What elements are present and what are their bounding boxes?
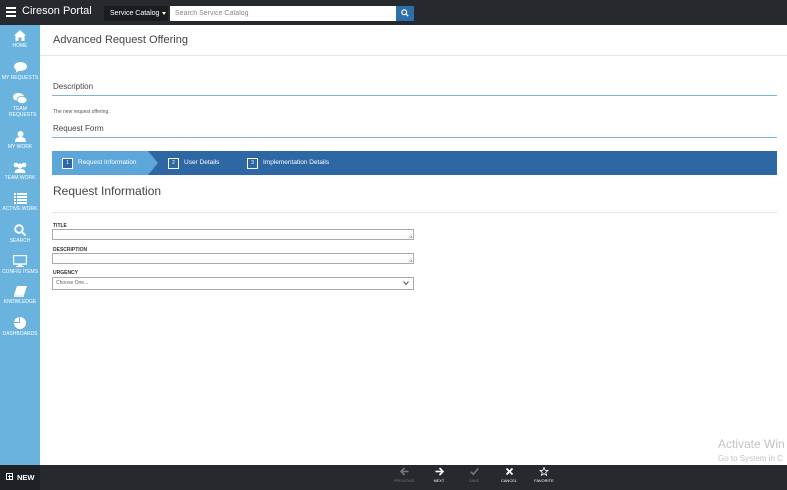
sidebar-item-label: SEARCH [9, 238, 31, 244]
wizard-step-implementation-details[interactable]: 3 Implementation Details [247, 151, 329, 175]
bottom-action-bar: NEW PREVIOUS NEXT SAVE CANCEL FAVORITE [0, 465, 787, 490]
action-label: CANCEL [500, 478, 518, 483]
active-step-arrow [148, 151, 158, 175]
sidebar-item-search[interactable]: SEARCH [0, 224, 40, 244]
wizard-steps: 1 Request Information 2 User Details 3 Impl… [52, 151, 777, 175]
pie-chart-icon [14, 317, 26, 329]
new-button[interactable]: NEW [0, 465, 40, 490]
list-icon [13, 193, 27, 204]
title-field[interactable] [52, 229, 414, 240]
sidebar-item-label: MY REQUESTS [1, 75, 39, 81]
action-label: SAVE [468, 478, 480, 483]
speech-bubble-icon [13, 62, 27, 73]
sidebar-item-knowledge[interactable]: KNOWLEDGE [0, 286, 40, 305]
sidebar-item-dashboards[interactable]: DASHBOARDS [0, 317, 40, 337]
resize-grip-icon[interactable] [408, 258, 412, 262]
new-button-label: NEW [17, 473, 35, 482]
divider [52, 137, 777, 138]
brand-title: Cireson Portal [22, 5, 92, 17]
step-number: 3 [247, 157, 258, 169]
wizard-step-request-information[interactable]: 1 Request Information [62, 151, 137, 175]
top-bar: Cireson Portal Service Catalog [0, 0, 787, 25]
users-icon [13, 162, 27, 173]
sidebar-item-label: KNOWLEDGE [3, 299, 37, 305]
sidebar-item-active-work[interactable]: ACTIVE WORK [0, 193, 40, 212]
favorite-button[interactable]: FAVORITE [527, 467, 561, 483]
sidebar-item-team-requests[interactable]: TEAM REQUESTS [0, 93, 40, 118]
cancel-button[interactable]: CANCEL [492, 467, 526, 483]
activation-watermark-title: Activate Win [718, 437, 785, 451]
home-icon [14, 30, 26, 41]
sidebar-item-label: DASHBOARDS [2, 331, 38, 337]
hamburger-menu-icon[interactable] [6, 7, 16, 18]
user-icon [14, 131, 26, 142]
sidebar-item-team-work[interactable]: TEAM WORK [0, 162, 40, 181]
plus-icon [6, 473, 13, 480]
sidebar-item-label: TEAM REQUESTS [9, 106, 37, 118]
arrow-right-icon [435, 467, 444, 476]
speech-bubbles-icon [13, 93, 27, 104]
sidebar-item-label: TEAM WORK [4, 175, 36, 181]
chevron-down-icon [403, 281, 409, 286]
sidebar-item-my-requests[interactable]: MY REQUESTS [0, 62, 40, 81]
description-heading: Description [53, 82, 94, 91]
divider [52, 212, 777, 213]
sidebar-item-home[interactable]: HOME [0, 30, 40, 49]
activation-watermark-subtitle: Go to System in C [718, 454, 783, 463]
search-input[interactable] [170, 6, 396, 21]
service-catalog-label: Service Catalog [110, 10, 160, 17]
next-button[interactable]: NEXT [422, 467, 456, 483]
resize-grip-icon[interactable] [408, 234, 412, 238]
step-number: 1 [62, 157, 73, 169]
book-icon [13, 286, 27, 297]
action-label: PREVIOUS [393, 478, 415, 483]
save-button[interactable]: SAVE [457, 467, 491, 483]
action-label: FAVORITE [534, 478, 554, 483]
step-label: Request Information [78, 159, 137, 166]
search-button[interactable] [396, 6, 414, 21]
search-icon [14, 224, 26, 236]
wizard-step-user-details[interactable]: 2 User Details [168, 151, 219, 175]
request-form-heading: Request Form [53, 124, 104, 133]
sidebar-item-label: CONFIG ITEMS [1, 269, 39, 275]
monitor-icon [13, 255, 27, 267]
sidebar-item-config-items[interactable]: CONFIG ITEMS [0, 255, 40, 275]
check-icon [469, 467, 479, 476]
divider [40, 55, 787, 56]
step-number: 2 [168, 157, 179, 169]
step-label: User Details [184, 159, 220, 166]
description-text: The new request offering. [53, 109, 110, 115]
star-icon [539, 467, 549, 476]
urgency-selected-value: Choose One... [56, 280, 89, 286]
action-label: NEXT [433, 478, 445, 483]
section-heading: Request Information [53, 184, 162, 198]
divider [52, 95, 777, 96]
urgency-label: URGENCY [53, 270, 79, 276]
arrow-left-icon [399, 467, 408, 476]
sidebar: HOME MY REQUESTS TEAM REQUESTS MY WORK T… [0, 25, 40, 465]
service-catalog-dropdown[interactable]: Service Catalog [104, 6, 168, 21]
step-label: Implementation Details [263, 159, 330, 166]
sidebar-item-label: MY WORK [7, 144, 33, 150]
sidebar-item-my-work[interactable]: MY WORK [0, 131, 40, 150]
caret-down-icon [162, 11, 167, 15]
sidebar-item-label: HOME [12, 43, 28, 49]
sidebar-item-label: ACTIVE WORK [2, 206, 38, 212]
urgency-select[interactable]: Choose One... [52, 277, 414, 290]
description-field[interactable] [52, 253, 414, 264]
previous-button[interactable]: PREVIOUS [387, 467, 421, 483]
page-title: Advanced Request Offering [53, 34, 188, 46]
search-icon [401, 9, 409, 17]
x-icon [505, 467, 513, 476]
